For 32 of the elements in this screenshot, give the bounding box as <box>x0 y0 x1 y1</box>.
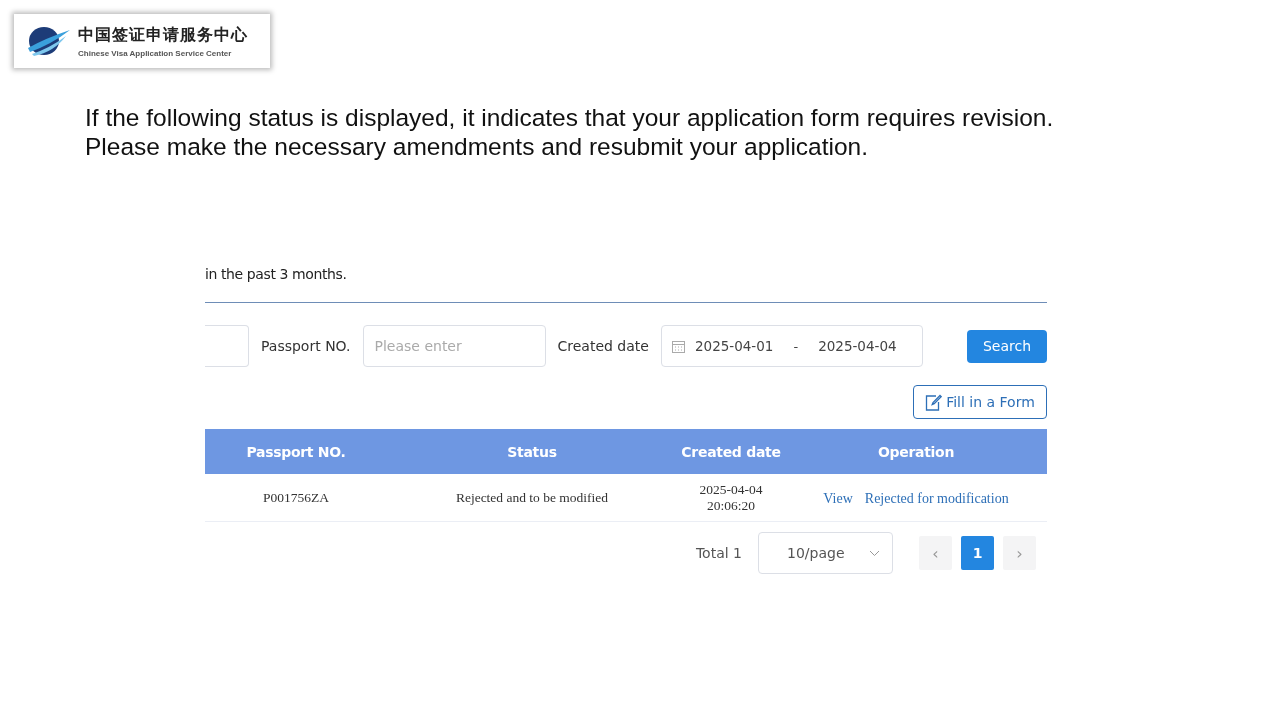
filter-label: Passport NO. <box>261 338 351 354</box>
range-separator: - <box>793 338 799 354</box>
column-header: Passport NO. <box>245 443 347 460</box>
calendar-icon <box>671 339 685 353</box>
page-size-dropdown[interactable]: 10/page <box>758 532 893 574</box>
next-page-button[interactable]: › <box>1003 536 1036 570</box>
instruction-text: Please make the necessary amendments and resubmit your application. <box>85 132 870 161</box>
passport-input-field[interactable]: Please enter <box>362 325 546 367</box>
table-cell-text: 2025-04-04 20:06:20 <box>698 481 764 514</box>
total-count: Total 1 <box>695 545 742 561</box>
search-button[interactable]: Search <box>967 329 1047 363</box>
column-header: Created date <box>680 443 782 460</box>
logo-subtitle: Chinese Visa Application Service Center <box>78 48 233 58</box>
input-field[interactable] <box>205 325 249 367</box>
chevron-down-icon <box>869 549 880 557</box>
operation-link[interactable]: View <box>823 491 853 507</box>
previous-page-button[interactable]: ‹ <box>919 536 952 570</box>
operation-link[interactable]: Rejected for modification <box>864 491 1009 507</box>
end-date: 2025-04-04 <box>818 338 897 354</box>
filter-label: Created date <box>557 338 649 354</box>
column-header: Operation <box>876 443 956 460</box>
instruction-text: If the following status is displayed, it indicates that your application form requires revision. <box>85 103 1054 132</box>
column-header: Status <box>506 443 558 460</box>
date-range-field[interactable]: 2025-04-01 - 2025-04-04 <box>660 325 923 367</box>
logo-title: 中国签证申请服务中心 <box>78 24 248 46</box>
notice-text: in the past 3 months. <box>205 266 348 284</box>
page-button[interactable]: 1 <box>961 536 994 570</box>
table-cell-text: Rejected and to be modified <box>454 489 610 506</box>
fill-in-form-button[interactable]: Fill in a Form <box>913 385 1047 419</box>
start-date: 2025-04-01 <box>694 338 774 354</box>
edit-icon <box>925 393 943 411</box>
table-cell-text: P001756ZA <box>262 489 330 506</box>
